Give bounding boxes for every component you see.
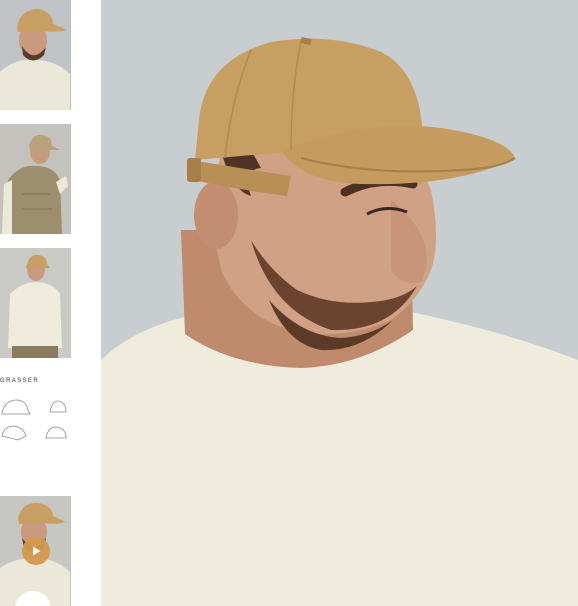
thumbnail-image bbox=[0, 0, 71, 110]
thumbnail-model-vest[interactable] bbox=[0, 124, 71, 234]
cap-sketch-icon bbox=[1, 399, 67, 441]
main-product-image bbox=[101, 0, 578, 606]
thumbnail-video[interactable] bbox=[0, 496, 71, 606]
thumbnail-image bbox=[0, 124, 71, 234]
hero-image bbox=[101, 0, 578, 606]
thumbnail-model-back[interactable] bbox=[0, 248, 71, 358]
thumbnail-image bbox=[0, 248, 71, 358]
thumbnail-model-side[interactable] bbox=[0, 0, 71, 110]
thumbnail-list: GRASSER bbox=[0, 0, 72, 606]
thumbnail-size-guide[interactable]: GRASSER bbox=[0, 372, 71, 482]
play-icon bbox=[33, 546, 41, 556]
play-button[interactable] bbox=[22, 537, 50, 565]
